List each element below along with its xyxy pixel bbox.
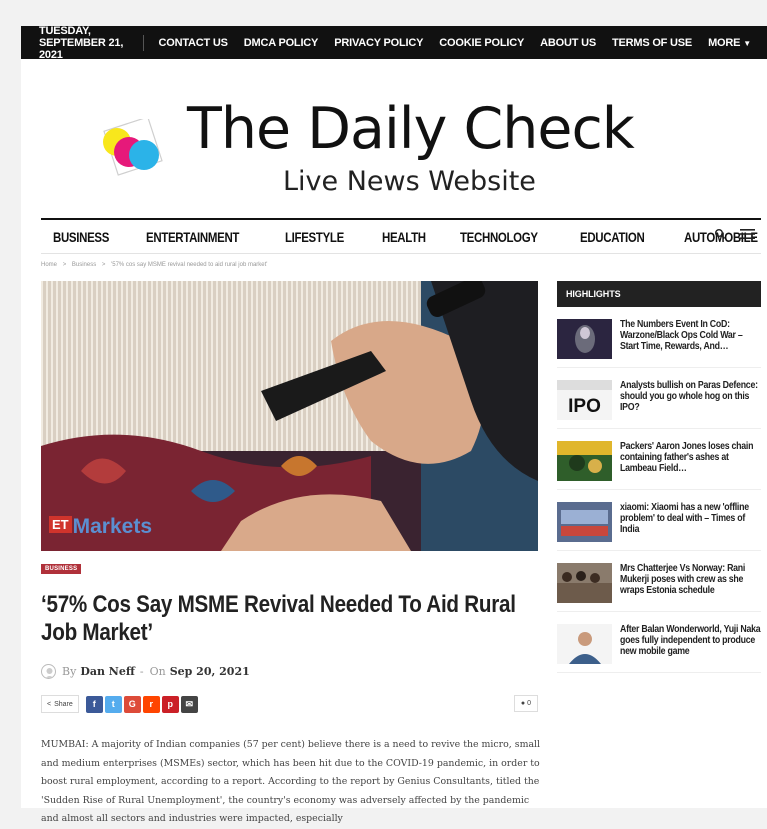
divider [142,34,144,51]
page: TUESDAY, SEPTEMBER 21, 2021 CONTACT US D… [21,24,767,824]
link-cookie-policy[interactable]: COOKIE POLICY [439,37,524,49]
highlight-thumbnail[interactable] [557,502,612,542]
nav-health[interactable]: HEALTH [382,229,426,245]
by-label: By [62,665,77,678]
highlight-item[interactable]: The Numbers Event In CoD: Warzone/Black … [557,307,761,368]
breadcrumb-current: '57% cos say MSME revival needed to aid … [111,262,268,268]
breadcrumb-home[interactable]: Home [41,262,57,268]
highlight-title[interactable]: Packers' Aaron Jones loses chain contain… [620,441,761,474]
link-about-us[interactable]: ABOUT US [540,37,596,49]
facebook-icon[interactable]: f [85,695,103,713]
highlight-item[interactable]: Packers' Aaron Jones loses chain contain… [557,429,761,490]
et-markets-watermark: ET Markets [49,515,152,539]
highlight-thumbnail[interactable] [557,441,612,481]
highlight-thumbnail[interactable]: IPO [557,380,612,420]
highlight-item[interactable]: After Balan Wonderworld, Yuji Naka goes … [557,612,761,673]
twitter-icon[interactable]: t [104,695,122,713]
hero-image: ET Markets [41,281,538,551]
search-icon[interactable] [714,228,726,240]
highlight-thumbnail[interactable] [557,563,612,603]
share-icon: < [47,700,52,708]
loom-weaving-image [41,281,538,551]
sidebar-highlights: HIGHLIGHTS The Numbers Event In CoD: War… [557,281,761,673]
more-label: MORE [708,36,741,49]
share-label: Share [54,700,73,708]
share-button[interactable]: < Share [41,695,79,713]
link-dmca-policy[interactable]: DMCA POLICY [244,37,319,49]
highlight-title[interactable]: Analysts bullish on Paras Defence: shoul… [620,380,761,413]
breadcrumb-separator: > [101,262,106,268]
share-bar: < Share f t Gr p ✉ ● 0 [41,694,538,714]
email-icon[interactable]: ✉ [180,695,198,713]
site-title[interactable]: The Daily Check [187,101,635,158]
breadcrumb-section[interactable]: Business [72,262,96,268]
highlight-thumbnail[interactable] [557,319,612,359]
highlight-title[interactable]: xiaomi: Xiaomi has a new 'offline proble… [620,502,761,535]
highlight-title[interactable]: Mrs Chatterjee Vs Norway: Rani Mukerji p… [620,563,761,596]
article-body: MUMBAI: A majority of Indian companies (… [41,739,541,824]
breadcrumb-separator: > [62,262,67,268]
main-nav: BUSINESS ENTERTAINMENT LIFESTYLE HEALTH … [41,218,761,254]
author-name[interactable]: Dan Neff [80,665,135,678]
highlight-item[interactable]: IPO Analysts bullish on Paras Defence: sh… [557,368,761,429]
pinterest-icon[interactable]: p [161,695,179,713]
link-terms-of-use[interactable]: TERMS OF USE [612,37,692,49]
nav-technology[interactable]: TECHNOLOGY [460,229,538,245]
nav-business[interactable]: BUSINESS [53,229,109,245]
byline: By Dan Neff - On Sep 20, 2021 [41,664,255,679]
comment-icon: ● [520,700,526,707]
avatar [41,664,56,679]
article-title: ‘57% Cos Say MSME Revival Needed To Aid … [41,591,516,646]
site-tagline: Live News Website [283,166,536,197]
nav-lifestyle[interactable]: LIFESTYLE [285,229,344,245]
comment-count-value: 0 [527,700,531,707]
publish-date: Sep 20, 2021 [169,665,250,678]
byline-dash: - [139,665,144,678]
site-header: The Daily Check Live News Website [21,59,767,195]
highlight-item[interactable]: Mrs Chatterjee Vs Norway: Rani Mukerji p… [557,551,761,612]
nav-icons [714,228,755,240]
chevron-down-icon: ▼ [743,38,751,48]
menu-icon[interactable] [740,228,755,240]
google-icon[interactable]: G [123,695,141,713]
link-privacy-policy[interactable]: PRIVACY POLICY [334,37,423,49]
highlight-title[interactable]: After Balan Wonderworld, Yuji Naka goes … [620,624,761,657]
nav-education[interactable]: EDUCATION [580,229,645,245]
category-badge[interactable]: BUSINESS [41,564,82,574]
svg-text:IPO: IPO [568,396,601,417]
highlight-title[interactable]: The Numbers Event In CoD: Warzone/Black … [620,319,761,352]
logo-icon[interactable] [96,119,168,189]
highlights-list: The Numbers Event In CoD: Warzone/Black … [557,307,761,673]
breadcrumb: Home > Business > '57% cos say MSME revi… [41,262,267,268]
comment-count[interactable]: ● 0 [513,695,538,712]
highlight-item[interactable]: xiaomi: Xiaomi has a new 'offline proble… [557,490,761,551]
top-bar: TUESDAY, SEPTEMBER 21, 2021 CONTACT US D… [21,24,767,61]
link-contact-us[interactable]: CONTACT US [159,37,228,49]
highlight-thumbnail[interactable] [557,624,612,664]
sidebar-heading: HIGHLIGHTS [557,281,761,307]
current-date: TUESDAY, SEPTEMBER 21, 2021 [39,24,124,61]
nav-entertainment[interactable]: ENTERTAINMENT [146,229,239,245]
reddit-icon[interactable]: r [142,695,160,713]
more-menu[interactable]: MORE ▼ [708,37,751,49]
on-label: On [149,665,166,678]
share-buttons: f t Gr p ✉ [85,695,200,713]
